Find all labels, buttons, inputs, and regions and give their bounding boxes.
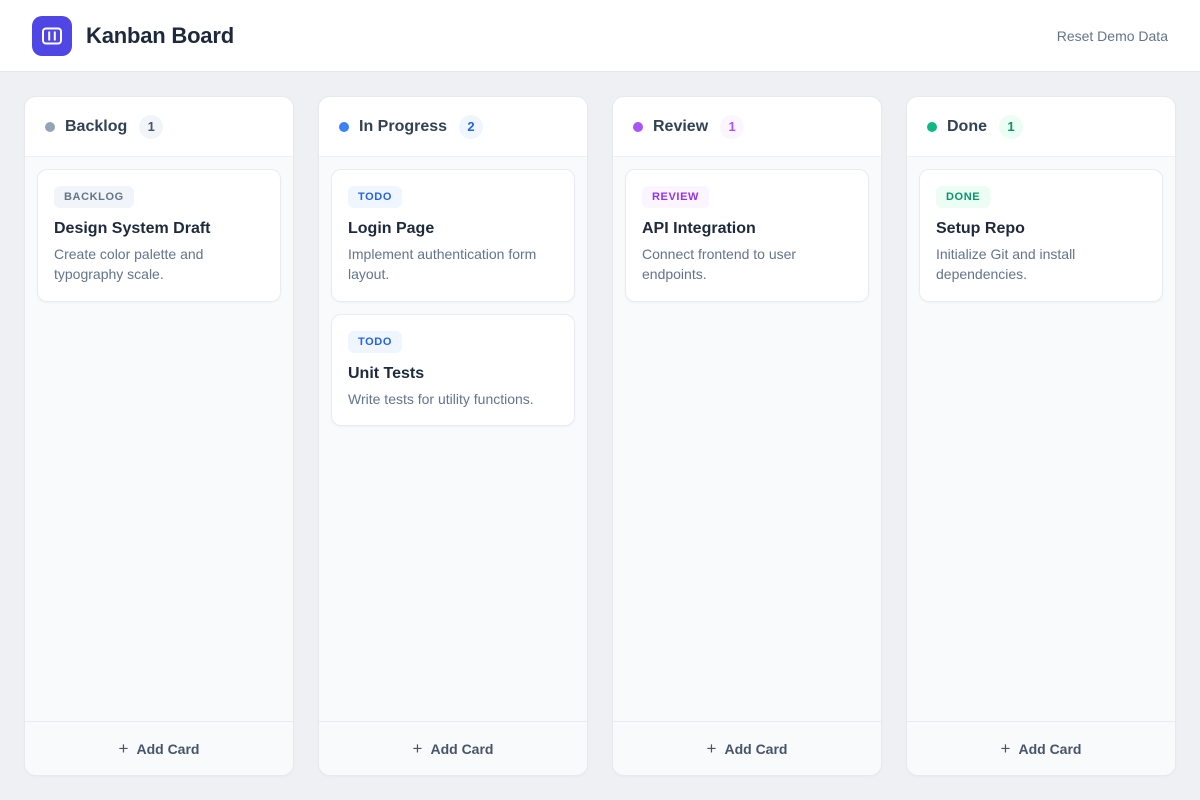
card-description: Implement authentication form layout. [348, 244, 558, 285]
add-card-button-done[interactable]: + Add Card [907, 721, 1175, 775]
card-tag: REVIEW [642, 186, 709, 208]
column-done: Done 1 DONE Setup Repo Initialize Git an… [906, 96, 1176, 776]
column-title: In Progress [359, 118, 447, 136]
column-in-progress: In Progress 2 TODO Login Page Implement … [318, 96, 588, 776]
kanban-card-setup-repo[interactable]: DONE Setup Repo Initialize Git and insta… [919, 169, 1163, 302]
card-description: Write tests for utility functions. [348, 389, 558, 409]
plus-icon: + [413, 740, 423, 757]
column-done-header: Done 1 [907, 97, 1175, 157]
plus-icon: + [707, 740, 717, 757]
card-tag: DONE [936, 186, 990, 208]
add-card-label: Add Card [1018, 741, 1081, 757]
app-header: Kanban Board Reset Demo Data [0, 0, 1200, 72]
plus-icon: + [119, 740, 129, 757]
column-in-progress-card-list: TODO Login Page Implement authentication… [319, 157, 587, 721]
column-review: Review 1 REVIEW API Integration Connect … [612, 96, 882, 776]
card-description: Initialize Git and install dependencies. [936, 244, 1146, 285]
card-description: Connect frontend to user endpoints. [642, 244, 852, 285]
kanban-card-unit-tests[interactable]: TODO Unit Tests Write tests for utility … [331, 314, 575, 426]
column-review-card-list: REVIEW API Integration Connect frontend … [613, 157, 881, 721]
card-count-badge: 1 [999, 115, 1023, 139]
card-tag: TODO [348, 186, 402, 208]
kanban-board-icon [41, 25, 63, 47]
status-dot-in-progress [339, 122, 349, 132]
app-logo [32, 16, 72, 56]
status-dot-done [927, 122, 937, 132]
reset-demo-data-button[interactable]: Reset Demo Data [1057, 28, 1168, 44]
add-card-label: Add Card [724, 741, 787, 757]
card-count-badge: 1 [139, 115, 163, 139]
page-title: Kanban Board [86, 23, 234, 49]
status-dot-backlog [45, 122, 55, 132]
card-title: API Integration [642, 220, 852, 238]
card-tag: BACKLOG [54, 186, 134, 208]
card-title: Login Page [348, 220, 558, 238]
kanban-card-design-system-draft[interactable]: BACKLOG Design System Draft Create color… [37, 169, 281, 302]
column-title: Backlog [65, 118, 127, 136]
card-count-badge: 1 [720, 115, 744, 139]
card-title: Design System Draft [54, 220, 264, 238]
kanban-card-api-integration[interactable]: REVIEW API Integration Connect frontend … [625, 169, 869, 302]
column-backlog: Backlog 1 BACKLOG Design System Draft Cr… [24, 96, 294, 776]
card-description: Create color palette and typography scal… [54, 244, 264, 285]
column-title: Review [653, 118, 708, 136]
add-card-button-backlog[interactable]: + Add Card [25, 721, 293, 775]
add-card-button-review[interactable]: + Add Card [613, 721, 881, 775]
card-count-badge: 2 [459, 115, 483, 139]
add-card-label: Add Card [136, 741, 199, 757]
add-card-button-in-progress[interactable]: + Add Card [319, 721, 587, 775]
card-title: Setup Repo [936, 220, 1146, 238]
card-tag: TODO [348, 331, 402, 353]
column-done-card-list: DONE Setup Repo Initialize Git and insta… [907, 157, 1175, 721]
column-in-progress-header: In Progress 2 [319, 97, 587, 157]
kanban-card-login-page[interactable]: TODO Login Page Implement authentication… [331, 169, 575, 302]
column-review-header: Review 1 [613, 97, 881, 157]
column-title: Done [947, 118, 987, 136]
plus-icon: + [1001, 740, 1011, 757]
card-title: Unit Tests [348, 365, 558, 383]
column-backlog-header: Backlog 1 [25, 97, 293, 157]
kanban-board: Backlog 1 BACKLOG Design System Draft Cr… [0, 72, 1200, 800]
column-backlog-card-list: BACKLOG Design System Draft Create color… [25, 157, 293, 721]
add-card-label: Add Card [430, 741, 493, 757]
status-dot-review [633, 122, 643, 132]
